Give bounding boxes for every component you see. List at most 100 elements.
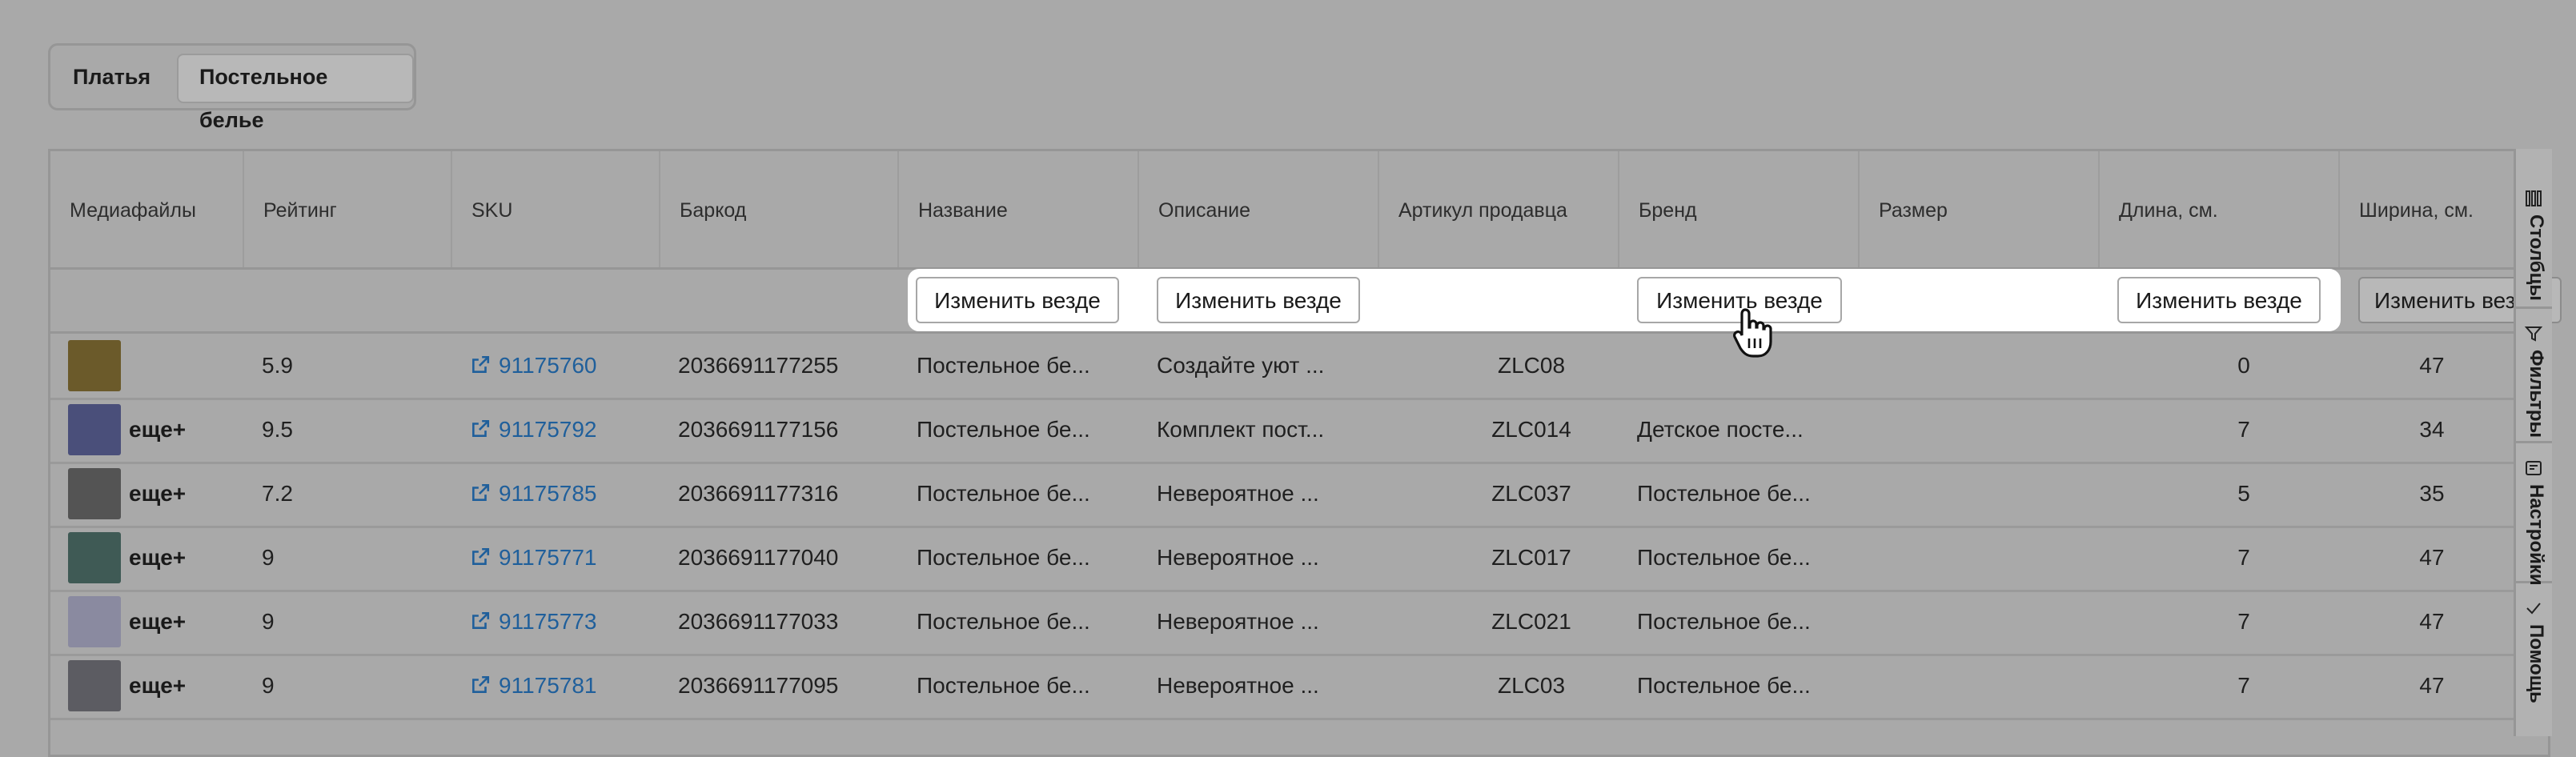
cell-brand: Постельное бе... [1637, 481, 1811, 506]
column-description[interactable]: Описание [1138, 151, 1378, 267]
cell-rating: 7.2 [262, 481, 293, 506]
tab-bedding[interactable]: Постельное белье [177, 54, 414, 132]
more-media-link[interactable]: еще+ [129, 654, 186, 718]
more-media-link[interactable]: еще+ [129, 462, 186, 526]
product-thumbnail[interactable] [68, 340, 121, 391]
cell-rating: 9.5 [262, 417, 293, 442]
side-label-filters: Фильтры [2526, 350, 2547, 439]
cell-length: 5 [2237, 481, 2250, 506]
cell-description: Невероятное ... [1157, 673, 1319, 698]
cell-width: 47 [2419, 609, 2445, 634]
cell-width: 47 [2419, 353, 2445, 378]
cell-length: 7 [2237, 417, 2250, 442]
cell-sku[interactable]: 91175771 [470, 526, 597, 590]
help-icon [2526, 603, 2541, 615]
product-thumbnail[interactable] [68, 596, 121, 647]
side-label-settings: Настройки [2526, 484, 2547, 586]
table-row[interactable]: еще+ 9 91175773 2036691177033 Постельное бе.… [50, 590, 2516, 656]
column-media[interactable]: Медиафайлы [50, 151, 243, 267]
cell-barcode: 2036691177255 [678, 353, 839, 378]
cell-vendor-code: ZLC017 [1491, 545, 1571, 570]
column-width[interactable]: Ширина, см. [2338, 151, 2516, 267]
sku-value: 91175792 [499, 417, 597, 442]
table-row[interactable]: еще+ 9 91175781 2036691177095 Постельное бе.… [50, 654, 2516, 720]
cell-rating: 9 [262, 545, 275, 570]
cell-sku[interactable]: 91175773 [470, 590, 597, 654]
side-label-columns: Столбцы [2526, 214, 2547, 301]
category-tabs: Платья Постельное белье [48, 43, 416, 132]
column-length[interactable]: Длина, см. [2098, 151, 2338, 267]
sku-value: 91175785 [499, 481, 597, 506]
more-media-link[interactable]: еще+ [129, 590, 186, 654]
external-link-icon [472, 547, 490, 565]
cell-barcode: 2036691177033 [678, 609, 839, 634]
column-rating[interactable]: Рейтинг [243, 151, 451, 267]
cell-name: Постельное бе... [917, 609, 1090, 634]
cell-description: Невероятное ... [1157, 609, 1319, 634]
column-sku[interactable]: SKU [451, 151, 659, 267]
cell-width: 35 [2419, 481, 2445, 506]
cell-name: Постельное бе... [917, 481, 1090, 506]
more-media-link[interactable]: еще+ [129, 526, 186, 590]
cell-vendor-code: ZLC08 [1497, 353, 1566, 378]
hand-cursor-icon [1733, 308, 1772, 358]
edit-all-description-button[interactable]: Изменить везде [1157, 277, 1360, 323]
cell-vendor-code: ZLC014 [1491, 417, 1571, 442]
column-brand[interactable]: Бренд [1618, 151, 1858, 267]
cell-name: Постельное бе... [917, 545, 1090, 570]
sku-value: 91175771 [499, 545, 597, 570]
table-row[interactable]: еще+ 9 91175771 2036691177040 Постельное бе.… [50, 526, 2516, 592]
external-link-icon [472, 611, 490, 629]
external-link-icon [472, 355, 490, 373]
column-size[interactable]: Размер [1858, 151, 2098, 267]
external-link-icon [472, 675, 490, 693]
table-row[interactable]: еще+ 7.2 91175785 2036691177316 Постельное б… [50, 462, 2516, 528]
cell-brand: Детское посте... [1637, 417, 1804, 442]
cell-barcode: 2036691177095 [678, 673, 839, 698]
cell-description: Невероятное ... [1157, 481, 1319, 506]
column-name[interactable]: Название [897, 151, 1138, 267]
table-header: Медиафайлы Рейтинг SKU Баркод Название О… [50, 151, 2516, 270]
cell-barcode: 2036691177316 [678, 481, 839, 506]
cell-barcode: 2036691177040 [678, 545, 839, 570]
edit-all-length-button[interactable]: Изменить везде [2117, 277, 2321, 323]
cell-brand: Постельное бе... [1637, 545, 1811, 570]
column-vendor-code[interactable]: Артикул продавца [1378, 151, 1618, 267]
side-tab-settings[interactable]: Настройки [2516, 441, 2552, 586]
external-link-icon [472, 419, 490, 437]
cell-sku[interactable]: 91175760 [470, 334, 597, 398]
cell-name: Постельное бе... [917, 417, 1090, 442]
sku-value: 91175773 [499, 609, 597, 634]
settings-icon [2526, 461, 2542, 475]
cell-length: 7 [2237, 673, 2250, 698]
cell-sku[interactable]: 91175781 [470, 654, 597, 718]
columns-icon [2526, 190, 2542, 206]
side-label-help: Помощь [2526, 624, 2547, 703]
product-thumbnail[interactable] [68, 532, 121, 583]
more-media-link[interactable]: еще+ [129, 398, 186, 462]
column-barcode[interactable]: Баркод [659, 151, 897, 267]
tab-dresses[interactable]: Платья [73, 54, 150, 100]
cell-vendor-code: ZLC037 [1491, 481, 1571, 506]
cell-length: 7 [2237, 545, 2250, 570]
cell-sku[interactable]: 91175785 [470, 462, 597, 526]
table-row[interactable]: еще+ 9.5 91175792 2036691177156 Постельное б… [50, 398, 2516, 464]
product-thumbnail[interactable] [68, 404, 121, 455]
edit-all-name-button[interactable]: Изменить везде [916, 277, 1119, 323]
cell-width: 47 [2419, 545, 2445, 570]
side-tab-columns[interactable]: Столбцы [2516, 149, 2552, 309]
cell-vendor-code: ZLC021 [1491, 609, 1571, 634]
product-thumbnail[interactable] [68, 468, 121, 519]
cell-length: 0 [2237, 353, 2250, 378]
cell-width: 34 [2419, 417, 2445, 442]
side-tab-filters[interactable]: Фильтры [2516, 306, 2552, 443]
product-thumbnail[interactable] [68, 660, 121, 711]
table-row[interactable]: 5.9 91175760 2036691177255 Постельное бе...… [50, 334, 2516, 400]
side-panel: Столбцы Фильтры Настройки Помощь [2514, 149, 2552, 736]
cell-description: Комплект пост... [1157, 417, 1325, 442]
cell-sku[interactable]: 91175792 [470, 398, 597, 462]
cell-barcode: 2036691177156 [678, 417, 839, 442]
cell-width: 47 [2419, 673, 2445, 698]
cell-name: Постельное бе... [917, 673, 1090, 698]
side-tab-help[interactable]: Помощь [2516, 581, 2552, 736]
